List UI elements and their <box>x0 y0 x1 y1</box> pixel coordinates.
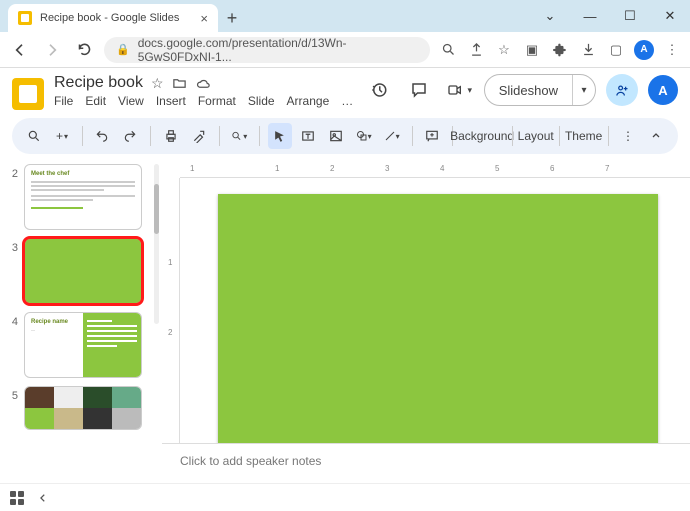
tab-title: Recipe book - Google Slides <box>40 12 192 24</box>
slide-canvas[interactable] <box>218 194 658 443</box>
thumbnail-scrollbar[interactable] <box>154 164 159 324</box>
url-text: docs.google.com/presentation/d/13Wn-5GwS… <box>138 36 418 64</box>
history-icon[interactable] <box>364 75 394 105</box>
thumbnail-number: 3 <box>8 238 18 254</box>
omnibox[interactable]: 🔒 docs.google.com/presentation/d/13Wn-5G… <box>104 37 430 63</box>
share-button[interactable] <box>606 74 638 106</box>
thumbnail-number: 4 <box>8 312 18 328</box>
slide-thumbnail-2[interactable]: Meet the chef <box>24 164 142 230</box>
footer-bar <box>0 483 690 511</box>
textbox-tool[interactable] <box>296 123 320 149</box>
new-slide-button[interactable]: +▾ <box>50 123 74 149</box>
more-tools-button[interactable]: ⋮ <box>616 123 640 149</box>
share-url-icon[interactable] <box>466 40 486 60</box>
canvas-area: 1 1 2 3 4 5 6 7 1 2 Click to add speaker… <box>162 160 690 483</box>
slides-logo-icon[interactable] <box>12 78 44 110</box>
collapse-toolbar-button[interactable] <box>644 123 668 149</box>
comment-add-button[interactable] <box>420 123 444 149</box>
redo-button[interactable] <box>118 123 142 149</box>
thumbnail-number: 5 <box>8 386 18 402</box>
menu-more[interactable]: … <box>341 94 353 108</box>
menu-edit[interactable]: Edit <box>85 94 106 108</box>
undo-button[interactable] <box>90 123 114 149</box>
install-app-icon[interactable]: ▢ <box>606 40 626 60</box>
address-bar: 🔒 docs.google.com/presentation/d/13Wn-5G… <box>0 32 690 68</box>
slides-favicon-icon <box>18 11 32 25</box>
paint-format-button[interactable] <box>187 123 211 149</box>
menu-insert[interactable]: Insert <box>156 94 186 108</box>
line-tool[interactable]: ▾ <box>380 123 404 149</box>
toolbar: +▾ ▾ ▾ ▾ Background Layout Theme ⋮ <box>12 118 678 154</box>
slide-canvas-stage[interactable] <box>180 178 690 443</box>
account-avatar[interactable]: A <box>648 75 678 105</box>
menu-bar: File Edit View Insert Format Slide Arran… <box>54 94 354 108</box>
menu-file[interactable]: File <box>54 94 73 108</box>
slideshow-button[interactable]: Slideshow ▾ <box>484 74 596 106</box>
background-button[interactable]: Background <box>461 123 504 149</box>
slide-thumbnail-panel: 2 Meet the chef 3 4 Recipe na <box>0 160 162 483</box>
grid-view-button[interactable] <box>10 491 24 505</box>
slide-thumbnail-4[interactable]: Recipe name — <box>24 312 142 378</box>
slideshow-label[interactable]: Slideshow <box>485 75 573 105</box>
meet-icon[interactable]: ▾ <box>444 75 474 105</box>
menu-view[interactable]: View <box>118 94 144 108</box>
window-controls: ⌄ — ☐ ✕ <box>530 0 690 32</box>
minimize-button[interactable]: — <box>570 0 610 32</box>
reload-button[interactable] <box>72 38 96 62</box>
menu-arrange[interactable]: Arrange <box>287 94 330 108</box>
close-tab-icon[interactable]: × <box>200 11 208 26</box>
slide-thumbnail-5[interactable] <box>24 386 142 430</box>
search-icon[interactable] <box>438 40 458 60</box>
lens-icon[interactable]: ▣ <box>522 40 542 60</box>
comments-icon[interactable] <box>404 75 434 105</box>
cloud-status-icon[interactable] <box>195 76 212 91</box>
bookmark-icon[interactable]: ☆ <box>494 40 514 60</box>
download-icon[interactable] <box>578 40 598 60</box>
menu-slide[interactable]: Slide <box>248 94 275 108</box>
speaker-notes-placeholder: Click to add speaker notes <box>180 454 321 468</box>
new-tab-button[interactable]: + <box>218 4 246 32</box>
browser-tab[interactable]: Recipe book - Google Slides × <box>8 4 218 32</box>
thumbnail-number: 2 <box>8 164 18 180</box>
browser-tab-strip: Recipe book - Google Slides × + ⌄ — ☐ ✕ <box>0 0 690 32</box>
image-tool[interactable] <box>324 123 348 149</box>
star-icon[interactable]: ☆ <box>151 75 164 92</box>
menu-format[interactable]: Format <box>198 94 236 108</box>
shape-tool[interactable]: ▾ <box>352 123 376 149</box>
zoom-button[interactable]: ▾ <box>227 123 251 149</box>
slide-thumbnail-3[interactable] <box>24 238 142 304</box>
theme-button[interactable]: Theme <box>568 123 600 149</box>
browser-profile-avatar[interactable]: A <box>634 40 654 60</box>
horizontal-ruler[interactable]: 1 1 2 3 4 5 6 7 <box>180 160 690 178</box>
prev-slide-button[interactable] <box>38 492 48 504</box>
document-title[interactable]: Recipe book <box>54 74 143 92</box>
forward-button[interactable] <box>40 38 64 62</box>
browser-menu-icon[interactable]: ⋮ <box>662 40 682 60</box>
back-button[interactable] <box>8 38 32 62</box>
layout-button[interactable]: Layout <box>520 123 551 149</box>
select-tool[interactable] <box>268 123 292 149</box>
slideshow-dropdown[interactable]: ▾ <box>573 85 595 96</box>
vertical-ruler[interactable]: 1 2 <box>162 178 180 443</box>
maximize-button[interactable]: ☐ <box>610 0 650 32</box>
extensions-icon[interactable] <box>550 40 570 60</box>
speaker-notes[interactable]: Click to add speaker notes <box>162 443 690 483</box>
print-button[interactable] <box>159 123 183 149</box>
move-folder-icon[interactable] <box>172 76 187 91</box>
lock-icon: 🔒 <box>116 43 130 56</box>
chevron-down-icon[interactable]: ⌄ <box>530 0 570 32</box>
app-header: Recipe book ☆ File Edit View Insert Form… <box>0 68 690 110</box>
search-menus-icon[interactable] <box>22 123 46 149</box>
close-window-button[interactable]: ✕ <box>650 0 690 32</box>
